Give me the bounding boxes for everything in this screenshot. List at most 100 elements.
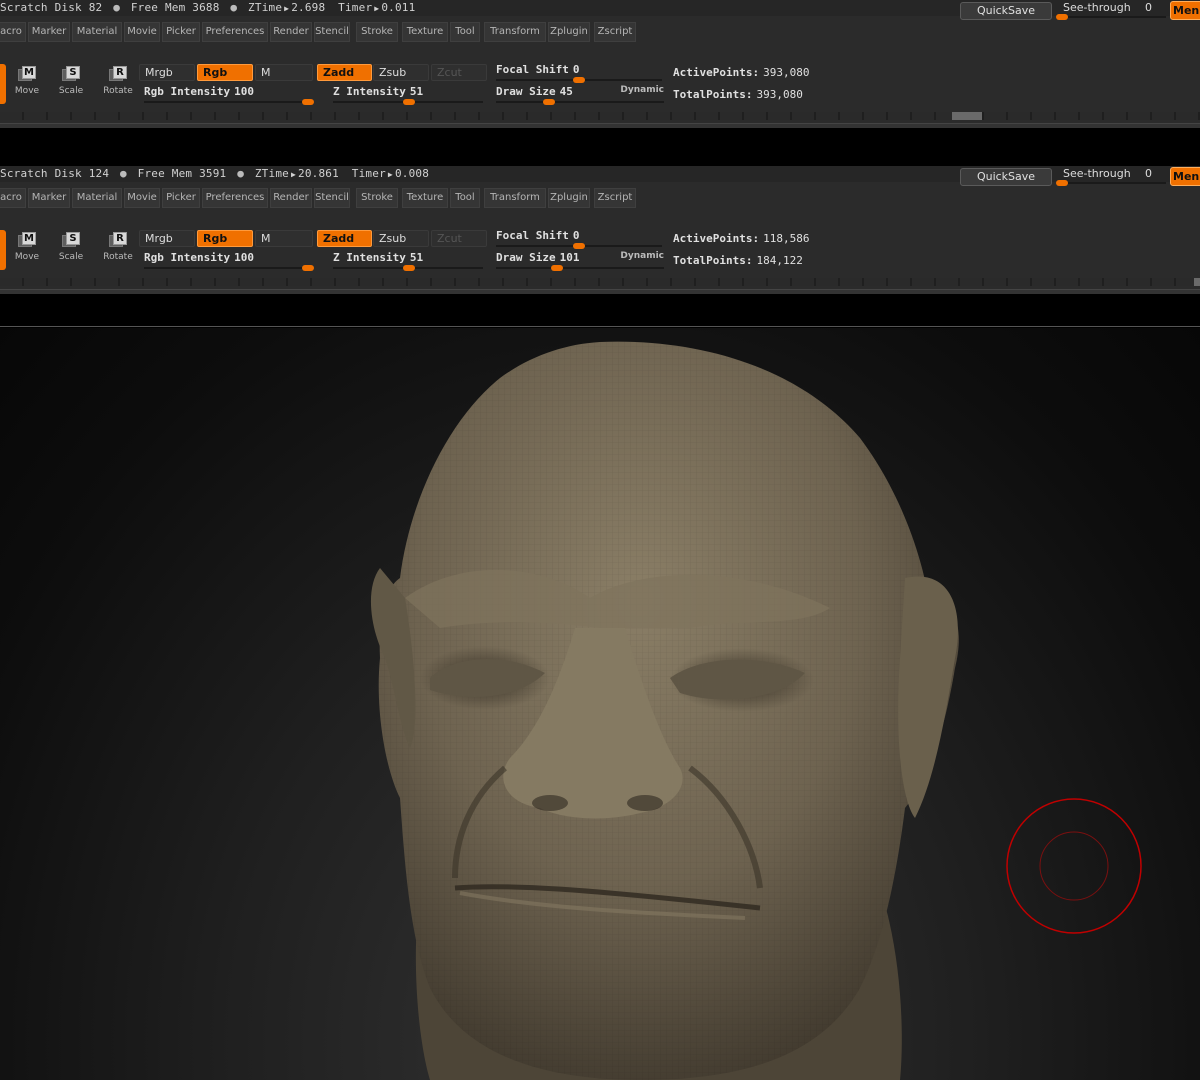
menu-zscript[interactable]: Zscript [594,188,636,208]
see-through-slider[interactable]: See-through 0 [1056,1,1166,20]
menus-button[interactable]: Menus [1170,1,1200,20]
menu-tool[interactable]: Tool [450,188,480,208]
menu-macro[interactable]: acro [0,188,26,208]
menu-stroke[interactable]: Stroke [356,22,398,42]
menu-stencil[interactable]: Stencil [314,188,350,208]
slider-knob[interactable] [302,99,314,105]
move-label: Move [14,252,40,262]
scrollbar-thumb[interactable] [1194,278,1200,286]
menu-preferences[interactable]: Preferences [202,22,268,42]
m-button[interactable]: M [255,64,313,81]
draw-size-slider[interactable]: Draw Size 101 Dynamic [496,251,664,271]
menu-texture[interactable]: Texture [402,22,448,42]
zadd-button[interactable]: Zadd [317,64,372,81]
menu-transform[interactable]: Transform [484,188,546,208]
slider-knob[interactable] [403,265,415,271]
see-through-slider[interactable]: See-through 0 [1056,167,1166,186]
rotate-tool-button[interactable]: R Rotate [101,232,135,266]
status-text: Scratch Disk 124 ● Free Mem 3591 ● ZTime… [0,167,429,180]
draw-size-slider[interactable]: Draw Size 45 Dynamic [496,85,664,105]
menu-texture[interactable]: Texture [402,188,448,208]
free-mem-label: Free Mem [130,1,186,14]
slider-track[interactable] [144,101,314,103]
canvas-viewport[interactable] [0,328,1200,1080]
menu-picker[interactable]: Picker [162,22,200,42]
dynamic-toggle[interactable]: Dynamic [620,85,664,95]
focal-shift-slider[interactable]: Focal Shift 0 [496,229,662,249]
slider-track[interactable] [144,267,314,269]
active-points: ActivePoints: 393,080 [673,66,810,79]
mrgb-button[interactable]: Mrgb [139,64,195,81]
dynamic-toggle[interactable]: Dynamic [620,251,664,261]
menu-macro[interactable]: acro [0,22,26,42]
move-tool-button[interactable]: M Move [10,66,44,100]
quicksave-button[interactable]: QuickSave [960,2,1052,20]
slider-knob[interactable] [543,99,555,105]
slider-knob[interactable] [1056,14,1068,20]
scale-tool-button[interactable]: S Scale [54,66,88,100]
rotate-tool-button[interactable]: R Rotate [101,66,135,100]
menu-material[interactable]: Material [72,188,122,208]
shelf-scrollbar[interactable] [0,112,1200,120]
menu-marker[interactable]: Marker [28,188,70,208]
rgb-button[interactable]: Rgb [197,230,253,247]
draw-mode-button[interactable] [0,230,6,270]
menu-zplugin[interactable]: Zplugin [548,188,590,208]
z-intensity-slider[interactable]: Z Intensity 51 [333,85,483,105]
menu-picker[interactable]: Picker [162,188,200,208]
rgb-intensity-label: Rgb Intensity 100 [144,251,254,264]
timer-label: Timer [338,1,373,14]
move-label: Move [14,86,40,96]
menu-render[interactable]: Render [270,188,312,208]
slider-knob[interactable] [551,265,563,271]
menu-zscript[interactable]: Zscript [594,22,636,42]
menu-stencil[interactable]: Stencil [314,22,350,42]
draw-mode-button[interactable] [0,64,6,104]
arrow-right-icon: ▶ [290,170,297,179]
mrgb-button[interactable]: Mrgb [139,230,195,247]
menu-material[interactable]: Material [72,22,122,42]
slider-knob[interactable] [1056,180,1068,186]
rgb-button[interactable]: Rgb [197,64,253,81]
focal-shift-label: Focal Shift 0 [496,63,580,76]
scale-label: Scale [58,86,84,96]
slider-knob[interactable] [573,243,585,249]
slider-track[interactable] [496,267,664,269]
timer-value: 0.008 [394,167,430,180]
rgb-intensity-label: Rgb Intensity 100 [144,85,254,98]
menu-zplugin[interactable]: Zplugin [548,22,590,42]
rgb-intensity-slider[interactable]: Rgb Intensity 100 [144,251,314,271]
slider-knob[interactable] [302,265,314,271]
slider-knob[interactable] [573,77,585,83]
z-intensity-label: Z Intensity 51 [333,251,424,264]
zcut-button[interactable]: Zcut [431,230,487,247]
menus-button[interactable]: Menus [1170,167,1200,186]
focal-shift-slider[interactable]: Focal Shift 0 [496,63,662,83]
m-button[interactable]: M [255,230,313,247]
arrow-right-icon: ▶ [284,4,290,13]
shelf-scrollbar[interactable] [0,278,1200,286]
slider-knob[interactable] [403,99,415,105]
menu-render[interactable]: Render [270,22,312,42]
menu-stroke[interactable]: Stroke [356,188,398,208]
slider-track[interactable] [496,101,664,103]
scale-tool-button[interactable]: S Scale [54,232,88,266]
zsub-button[interactable]: Zsub [373,64,429,81]
menu-marker[interactable]: Marker [28,22,70,42]
menu-transform[interactable]: Transform [484,22,546,42]
rotate-label: Rotate [103,86,133,96]
menu-movie[interactable]: Movie [124,188,160,208]
zsub-button[interactable]: Zsub [373,230,429,247]
z-intensity-slider[interactable]: Z Intensity 51 [333,251,483,271]
slider-track[interactable] [1056,16,1166,18]
move-tool-button[interactable]: M Move [10,232,44,266]
zadd-button[interactable]: Zadd [317,230,372,247]
menu-movie[interactable]: Movie [124,22,160,42]
zcut-button[interactable]: Zcut [431,64,487,81]
rgb-intensity-slider[interactable]: Rgb Intensity 100 [144,85,314,105]
scrollbar-thumb[interactable] [952,112,982,120]
slider-track[interactable] [1056,182,1166,184]
quicksave-button[interactable]: QuickSave [960,168,1052,186]
menu-preferences[interactable]: Preferences [202,188,268,208]
menu-tool[interactable]: Tool [450,22,480,42]
